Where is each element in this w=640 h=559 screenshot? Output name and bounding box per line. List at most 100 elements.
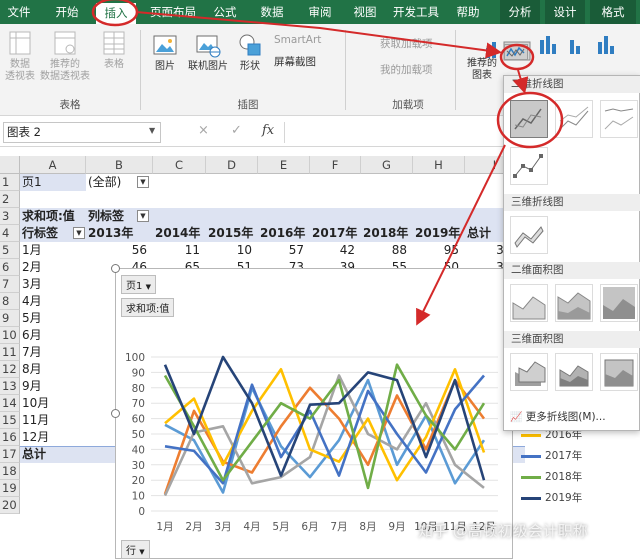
thumb-area[interactable] xyxy=(510,284,548,322)
group-separator xyxy=(140,30,141,110)
thumb-100-stacked-area[interactable] xyxy=(600,284,638,322)
column-header[interactable]: E xyxy=(258,156,310,174)
area-icon xyxy=(512,296,546,320)
shapes-button[interactable]: 形状 xyxy=(235,32,265,73)
row-filter-dropdown-button[interactable]: ▼ xyxy=(73,227,85,239)
thumb-3d-area[interactable] xyxy=(510,353,548,391)
row-header[interactable]: 3 xyxy=(0,208,20,225)
tab-7[interactable]: 视图 xyxy=(345,0,385,24)
column-header[interactable]: H xyxy=(413,156,465,174)
tab-6[interactable]: 审阅 xyxy=(300,0,340,24)
x-tick-label: 4月 xyxy=(243,521,260,533)
row-header[interactable]: 11 xyxy=(0,344,20,361)
chart-row-field-button[interactable]: 行 ▼ xyxy=(121,540,150,559)
row-header[interactable]: 7 xyxy=(0,276,20,293)
y-tick-label: 80 xyxy=(132,383,145,395)
chart-row-field-label: 行 xyxy=(126,546,136,557)
row-header[interactable]: 2 xyxy=(0,191,20,208)
tab-2[interactable]: 插入 xyxy=(96,3,136,24)
resize-handle[interactable] xyxy=(111,264,120,273)
tab-10[interactable]: 分析 xyxy=(500,0,540,24)
gallery-section-3d-line: 三维折线图 xyxy=(504,194,640,211)
cancel-icon[interactable]: × xyxy=(198,123,209,138)
line-chart-gallery: 二维折线图 三维折线图 二维面积图 三维面积图 📈 更多折线图(M)... xyxy=(503,75,640,431)
thumb-line-with-markers[interactable] xyxy=(510,147,548,185)
legend-label: 2019年 xyxy=(545,492,583,504)
row-header[interactable]: 17 xyxy=(0,446,20,463)
select-all-corner[interactable] xyxy=(0,156,20,174)
line-chart-dropdown-button[interactable] xyxy=(504,44,528,60)
row-header[interactable]: 1 xyxy=(0,174,20,191)
name-box[interactable]: 图表 2 xyxy=(3,122,161,143)
tab-1[interactable]: 开始 xyxy=(44,0,90,24)
row-header[interactable]: 9 xyxy=(0,310,20,327)
row-header[interactable]: 12 xyxy=(0,361,20,378)
column-header[interactable]: B xyxy=(86,156,153,174)
y-tick-label: 0 xyxy=(138,506,145,518)
thumb-100-stacked-line[interactable] xyxy=(600,100,638,138)
pivot-table-button[interactable]: 数据 透视表 xyxy=(4,30,36,83)
thumb-stacked-line[interactable] xyxy=(555,100,593,138)
row-header[interactable]: 8 xyxy=(0,293,20,310)
column-header[interactable]: C xyxy=(153,156,206,174)
y-tick-label: 10 xyxy=(132,491,145,503)
recommended-pivot-button[interactable]: 推荐的 数据透视表 xyxy=(37,30,93,83)
get-addins-button[interactable]: 获取加载项 xyxy=(380,36,433,51)
screenshot-button[interactable]: 屏幕截图 xyxy=(274,54,316,69)
percent-stacked-line-icon xyxy=(604,108,634,130)
thumb-line-chart[interactable] xyxy=(510,100,548,138)
x-tick-label: 1月 xyxy=(156,521,173,533)
row-header[interactable]: 6 xyxy=(0,259,20,276)
x-tick-label: 3月 xyxy=(214,521,231,533)
row-header[interactable]: 10 xyxy=(0,327,20,344)
row-header[interactable]: 18 xyxy=(0,463,20,480)
group-label-illustrations: 插图 xyxy=(237,99,259,111)
thumb-3d-line[interactable] xyxy=(510,216,548,254)
row-header[interactable]: 15 xyxy=(0,412,20,429)
tab-9[interactable]: 帮助 xyxy=(440,0,496,24)
name-box-dropdown-icon[interactable]: ▼ xyxy=(149,126,155,135)
enter-icon[interactable]: ✓ xyxy=(231,123,242,138)
table-button[interactable]: 表格 xyxy=(97,30,131,71)
legend-swatch xyxy=(521,454,541,458)
tab-5[interactable]: 数据 xyxy=(250,0,294,24)
my-addins-button[interactable]: 我的加载项 xyxy=(380,62,433,77)
year-header: 2016年 xyxy=(260,226,306,240)
y-tick-label: 60 xyxy=(132,414,145,426)
online-picture-label: 联机图片 xyxy=(188,61,228,72)
row-header[interactable]: 14 xyxy=(0,395,20,412)
column-header[interactable]: F xyxy=(310,156,361,174)
column-filter-dropdown-button[interactable]: ▼ xyxy=(137,210,149,222)
more-line-charts-link[interactable]: 📈 更多折线图(M)... xyxy=(510,409,606,424)
picture-icon xyxy=(153,35,177,55)
fx-icon[interactable]: fx xyxy=(262,123,274,138)
row-header[interactable]: 4 xyxy=(0,225,20,242)
tab-0[interactable]: 文件 xyxy=(0,0,38,24)
tab-12[interactable]: 格式 xyxy=(590,0,636,24)
row-header[interactable]: 13 xyxy=(0,378,20,395)
pivot-chart[interactable]: 页1 ▼ 求和项:值 0 10 20 30 40 50 60 70 80 90 100 1月 2月 3月 4… xyxy=(111,264,582,559)
row-header[interactable]: 20 xyxy=(0,497,20,514)
group-label-addins: 加载项 xyxy=(392,99,424,111)
tab-8[interactable]: 开发工具 xyxy=(390,0,442,24)
page-filter-dropdown-button[interactable]: ▼ xyxy=(137,176,149,188)
tab-11[interactable]: 设计 xyxy=(545,0,585,24)
thumb-stacked-area[interactable] xyxy=(555,284,593,322)
tab-3[interactable]: 页面布局 xyxy=(146,0,200,24)
column-header[interactable]: A xyxy=(20,156,86,174)
row-header[interactable]: 16 xyxy=(0,429,20,446)
column-header[interactable]: G xyxy=(361,156,413,174)
watermark: 知乎 @高顿初级会计职称 xyxy=(418,522,588,540)
smartart-button[interactable]: SmartArt xyxy=(274,34,321,46)
group-separator xyxy=(345,30,346,110)
row-header[interactable]: 19 xyxy=(0,480,20,497)
resize-handle[interactable] xyxy=(111,409,120,418)
tab-4[interactable]: 公式 xyxy=(205,0,245,24)
month-row-label: 6月 xyxy=(22,328,42,342)
row-header[interactable]: 5 xyxy=(0,242,20,259)
column-header[interactable]: D xyxy=(206,156,258,174)
thumb-3d-100-stacked-area[interactable] xyxy=(600,353,638,391)
online-picture-button[interactable]: 联机图片 xyxy=(184,32,232,73)
thumb-3d-stacked-area[interactable] xyxy=(555,353,593,391)
picture-button[interactable]: 图片 xyxy=(150,32,180,73)
